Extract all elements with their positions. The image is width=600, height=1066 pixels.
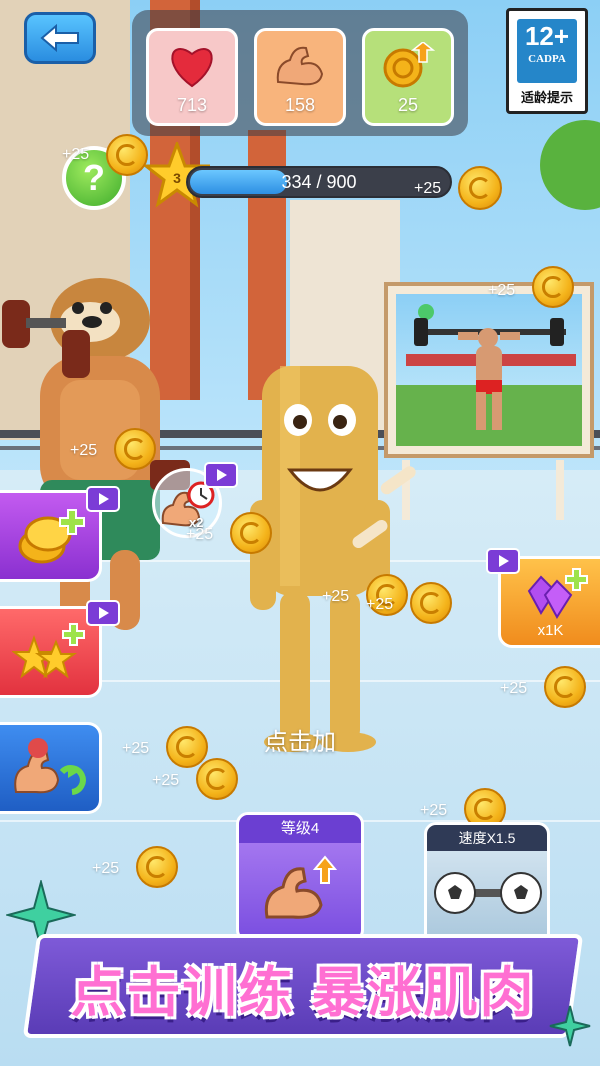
coin-icon[interactable] <box>196 758 238 800</box>
reward-text: +25 <box>420 802 448 819</box>
coin-upgrade-icon <box>378 37 438 93</box>
wooden-log-character-icon <box>250 366 416 752</box>
swap-muscle-button[interactable] <box>0 722 102 814</box>
heart-icon <box>162 37 222 93</box>
reward-text: +25 <box>322 588 350 605</box>
age-rating-caption: 适龄提示 <box>520 90 573 105</box>
coin-icon[interactable] <box>410 582 452 624</box>
reward-text: +25 <box>488 282 516 299</box>
coin-icon[interactable] <box>230 512 272 554</box>
stat-coin-income[interactable]: 25 <box>362 28 454 126</box>
tap-hint: 点击加 <box>264 729 336 756</box>
coin-icon[interactable] <box>458 166 502 210</box>
back-button[interactable] <box>24 12 96 64</box>
reward-text: +25 <box>62 146 90 163</box>
video-ad-icon <box>86 600 120 626</box>
video-ad-icon <box>204 462 238 488</box>
stat-strength[interactable]: 158 <box>254 28 346 126</box>
sparkle-icon <box>549 1005 591 1047</box>
reward-text: +25 <box>122 740 150 757</box>
level-upgrade-label: 等级4 <box>239 815 361 843</box>
level-upgrade-card[interactable]: 等级4 <box>236 812 364 942</box>
reward-text: +25 <box>186 526 214 543</box>
coin-icon[interactable] <box>106 134 148 176</box>
stat-strength-value: 158 <box>284 95 316 115</box>
reward-text: +25 <box>414 180 442 197</box>
reward-text: +25 <box>500 680 528 697</box>
coin-icon[interactable] <box>532 266 574 308</box>
age-rating-org: CADPA <box>528 53 566 65</box>
reward-text: +25 <box>70 442 98 459</box>
gems-plus-icon <box>527 568 588 619</box>
reward-text: +25 <box>92 860 120 877</box>
reward-text: +25 <box>152 772 180 789</box>
video-ad-icon <box>486 548 520 574</box>
speed-upgrade-card[interactable]: 速度X1.5 <box>424 822 550 946</box>
back-arrow-icon <box>40 23 79 53</box>
age-rating-box: 12+ CADPA <box>517 19 577 83</box>
age-rating-badge: 12+ CADPA 适龄提示 <box>506 8 588 114</box>
stat-health[interactable]: 713 <box>146 28 238 126</box>
xp-text: 334 / 900 <box>281 172 357 192</box>
stars-plus-icon <box>11 623 85 679</box>
coin-stack-plus-icon <box>18 509 85 564</box>
muscle-icon <box>270 37 330 93</box>
board-leg <box>556 460 564 520</box>
stats-panel: 713 158 25 <box>132 10 468 136</box>
coin-icon[interactable] <box>114 428 156 470</box>
gem-bonus-label: x1K <box>537 622 564 639</box>
coin-icon[interactable] <box>544 666 586 708</box>
bulldog-bodybuilder-icon <box>2 278 190 630</box>
reward-text: +25 <box>366 596 394 613</box>
stat-coin-income-value: 25 <box>397 95 419 115</box>
level-number: 3 <box>173 170 181 186</box>
speed-upgrade-label: 速度X1.5 <box>427 825 547 851</box>
age-rating-value: 12+ <box>524 21 570 51</box>
coin-icon[interactable] <box>166 726 208 768</box>
soccer-dumbbell-icon <box>434 872 542 914</box>
stat-health-value: 713 <box>176 95 208 115</box>
slogan-text: 点击训练 暴涨肌肉 <box>70 962 536 1023</box>
coin-icon[interactable] <box>136 846 178 888</box>
bodybuilder-poster-icon <box>406 304 576 430</box>
muscle-upgrade-icon <box>264 855 338 919</box>
muscle-swap-icon <box>13 738 86 795</box>
poster-image <box>396 294 582 446</box>
video-ad-icon <box>86 486 120 512</box>
